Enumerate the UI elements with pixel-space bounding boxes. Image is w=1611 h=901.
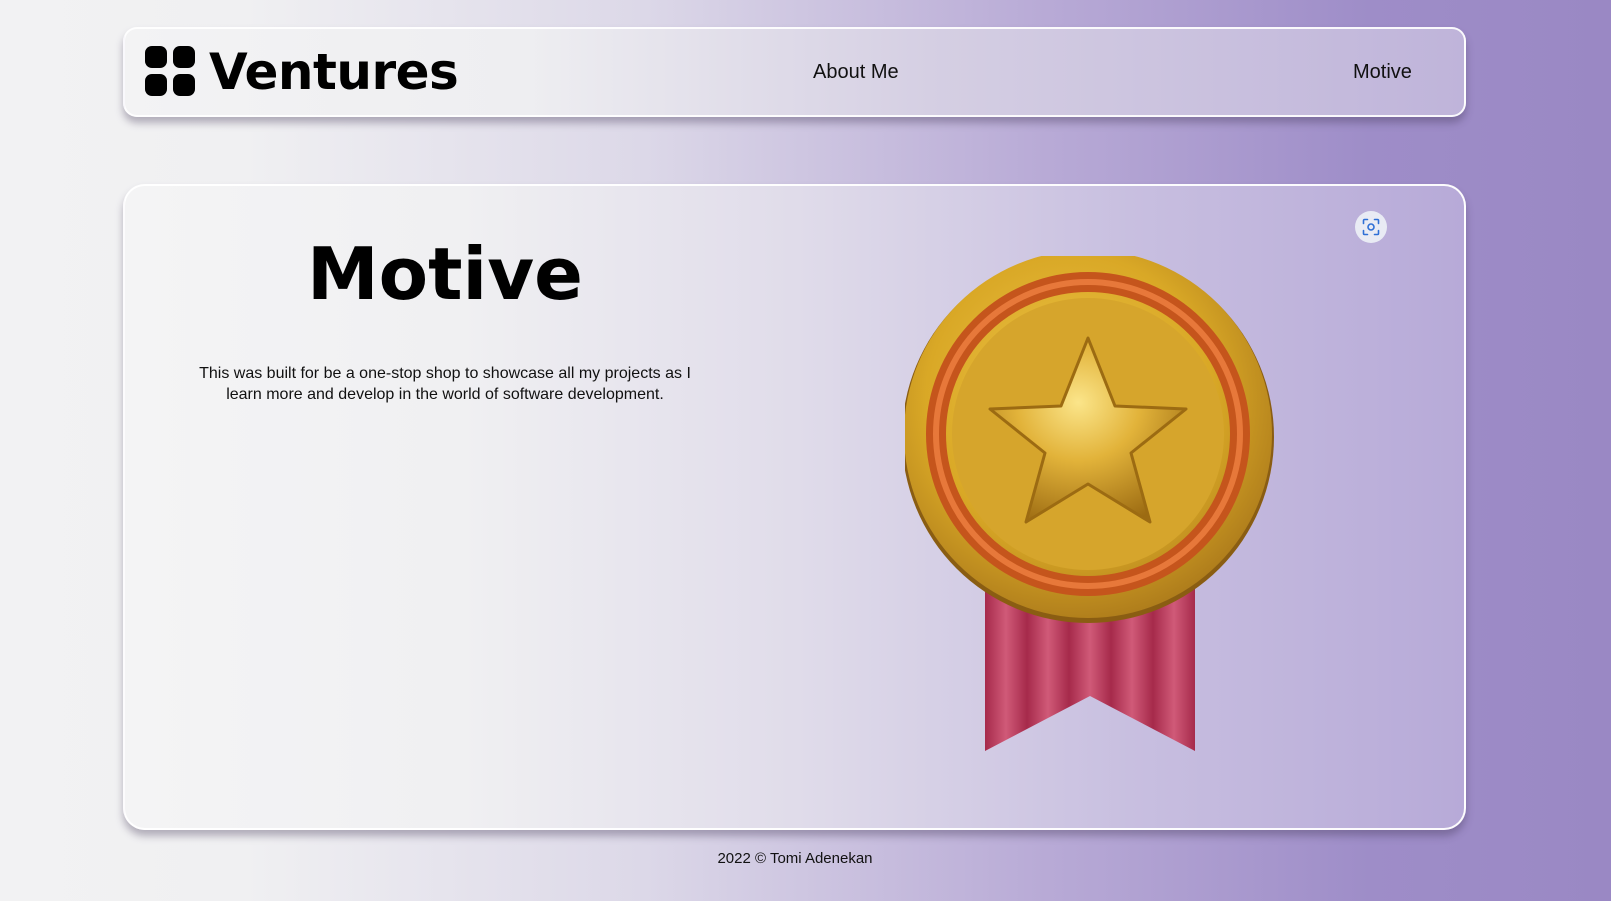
nav-link-about-me[interactable]: About Me (813, 62, 899, 82)
medal-star-icon (905, 256, 1274, 751)
motive-description: This was built for be a one-stop shop to… (199, 365, 691, 403)
top-navbar: Ventures About Me Motive (123, 27, 1466, 117)
footer-copyright: 2022 © Tomi Adenekan (717, 850, 873, 867)
page-title: Motive (307, 232, 583, 316)
visual-search-icon (1362, 218, 1380, 236)
brand-name: Ventures (209, 43, 459, 101)
nav-link-motive[interactable]: Motive (1353, 62, 1412, 82)
brand-logo[interactable]: Ventures (145, 43, 459, 101)
motive-card: Motive This was built for be a one-stop … (123, 184, 1466, 830)
logo-grid-icon (145, 46, 197, 98)
visual-search-button[interactable] (1355, 211, 1387, 243)
